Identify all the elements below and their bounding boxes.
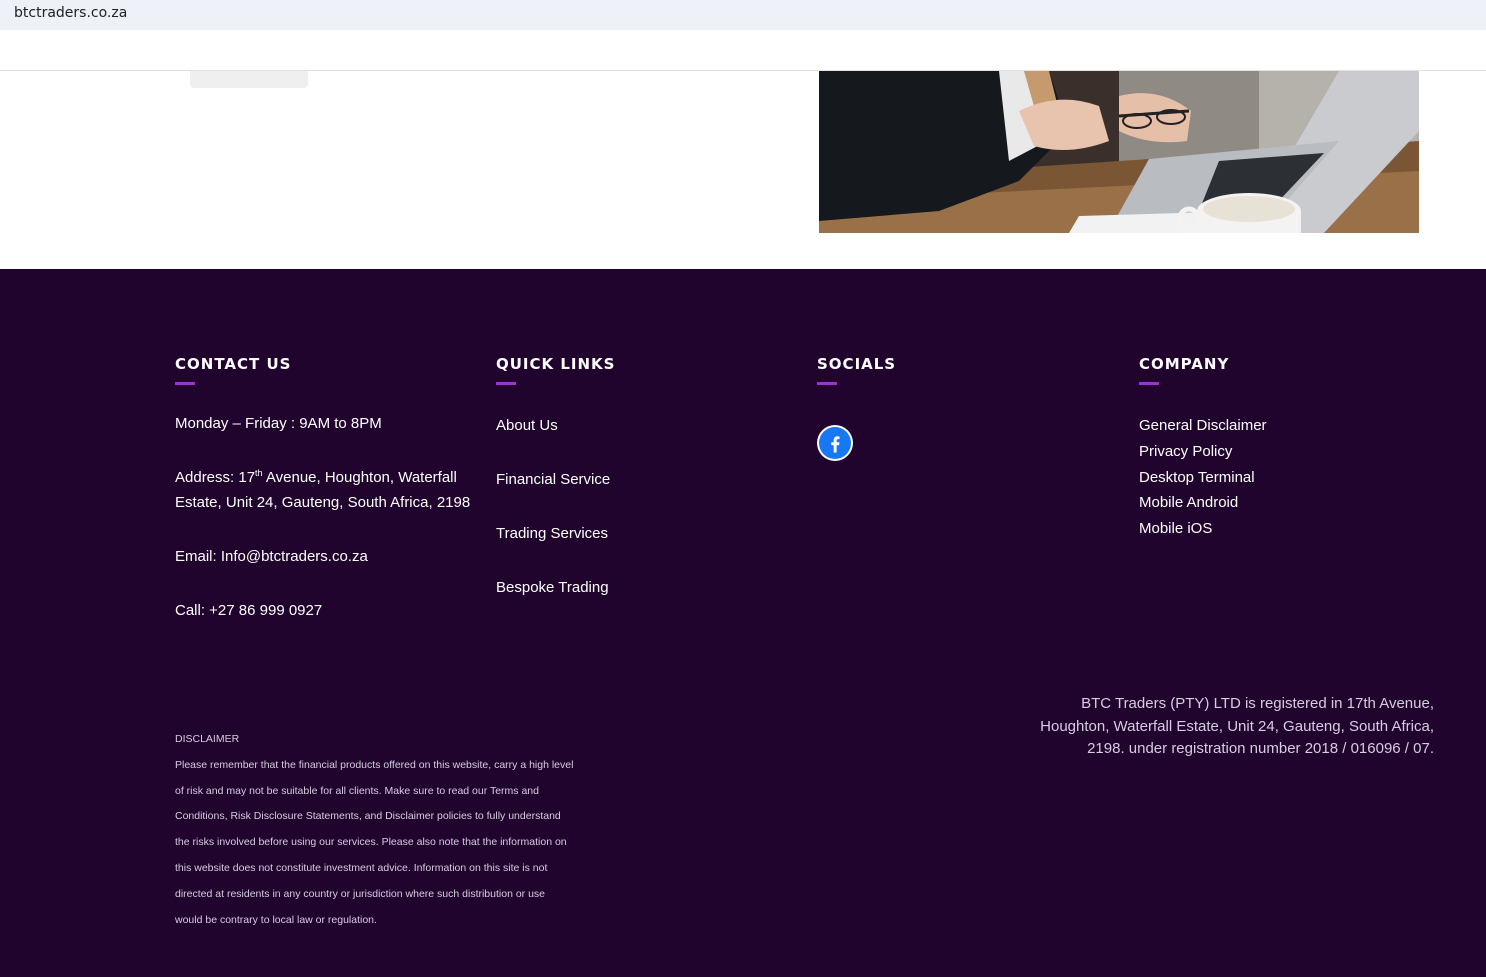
contact-heading: CONTACT US — [175, 355, 292, 373]
address-prefix: Address: 17 — [175, 469, 256, 486]
link-general-disclaimer[interactable]: General Disclaimer — [1139, 415, 1267, 441]
quick-links-list: About Us Financial Service Trading Servi… — [496, 415, 616, 631]
link-mobile-android[interactable]: Mobile Android — [1139, 492, 1267, 518]
disclaimer-block: DISCLAIMER Please remember that the fina… — [175, 727, 575, 933]
link-trading-services[interactable]: Trading Services — [496, 523, 616, 577]
disclaimer-title: DISCLAIMER — [175, 733, 240, 745]
url-text[interactable]: btctraders.co.za — [14, 5, 127, 21]
disclaimer-text: Please remember that the financial produ… — [175, 758, 574, 926]
registration-notice: BTC Traders (PTY) LTD is registered in 1… — [1040, 695, 1434, 757]
link-bespoke-trading[interactable]: Bespoke Trading — [496, 577, 616, 631]
email[interactable]: Email: Info@btctraders.co.za — [175, 544, 475, 569]
hero-section — [0, 71, 1486, 269]
heading-underline — [817, 382, 837, 385]
site-header — [0, 30, 1486, 71]
quick-links-heading: QUICK LINKS — [496, 355, 616, 373]
company-links-list: General Disclaimer Privacy Policy Deskto… — [1139, 415, 1267, 544]
socials-heading: SOCIALS — [817, 355, 897, 373]
link-about-us[interactable]: About Us — [496, 415, 616, 469]
address: Address: 17th Avenue, Houghton, Waterfal… — [175, 465, 475, 515]
site-footer: CONTACT US Monday – Friday : 9AM to 8PM … — [0, 269, 1486, 977]
company-heading: COMPANY — [1139, 355, 1230, 373]
address-sup: th — [255, 468, 263, 478]
browser-address-bar[interactable]: btctraders.co.za — [0, 0, 1486, 30]
hero-photo-illustration — [819, 71, 1419, 233]
heading-underline — [496, 382, 516, 385]
heading-underline — [1139, 382, 1159, 385]
link-privacy-policy[interactable]: Privacy Policy — [1139, 441, 1267, 467]
contact-column: CONTACT US Monday – Friday : 9AM to 8PM … — [175, 355, 475, 652]
hero-photo-woman-laptop — [819, 71, 1419, 233]
socials-column: SOCIALS — [817, 355, 896, 461]
heading-underline — [175, 382, 195, 385]
contact-details: Monday – Friday : 9AM to 8PM Address: 17… — [175, 411, 475, 623]
link-financial-service[interactable]: Financial Service — [496, 469, 616, 523]
facebook-glyph — [819, 427, 851, 459]
quick-links-column: QUICK LINKS About Us Financial Service T… — [496, 355, 616, 631]
company-column: COMPANY General Disclaimer Privacy Polic… — [1139, 355, 1267, 544]
link-desktop-terminal[interactable]: Desktop Terminal — [1139, 467, 1267, 493]
business-hours: Monday – Friday : 9AM to 8PM — [175, 415, 382, 432]
facebook-icon[interactable] — [817, 425, 853, 461]
phone[interactable]: Call: +27 86 999 0927 — [175, 598, 475, 623]
link-mobile-ios[interactable]: Mobile iOS — [1139, 518, 1267, 544]
hero-button[interactable] — [190, 71, 308, 88]
